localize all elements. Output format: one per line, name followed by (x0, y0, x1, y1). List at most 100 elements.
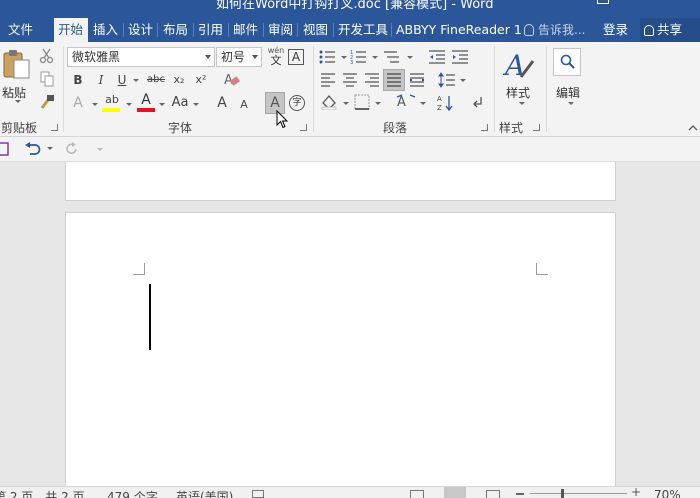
styles-launcher-icon[interactable] (533, 124, 540, 131)
share-button[interactable]: 共享 (640, 18, 700, 42)
justify-button[interactable] (383, 69, 405, 91)
chevron-down-icon[interactable] (460, 79, 466, 82)
paragraph-shading-icon[interactable] (320, 94, 338, 110)
strikethrough-button[interactable]: abc (145, 70, 167, 90)
chevron-down-icon[interactable] (133, 79, 139, 82)
language[interactable]: 英语(美国) (176, 488, 233, 498)
distributed-icon[interactable] (409, 73, 425, 87)
font-name-combo[interactable]: 微软雅黑 (67, 47, 215, 67)
copy-icon[interactable] (39, 71, 55, 87)
chevron-down-icon[interactable] (375, 102, 381, 105)
cut-icon[interactable] (39, 48, 55, 64)
restore-icon[interactable] (597, 0, 609, 4)
tab-view[interactable]: 视图 (299, 18, 332, 42)
chevron-down-icon[interactable] (126, 103, 132, 106)
align-right-icon[interactable] (364, 73, 380, 87)
chevron-down-icon[interactable] (372, 56, 378, 59)
chinese-layout-icon[interactable]: A (396, 94, 416, 110)
sort-icon[interactable]: AZ (437, 94, 455, 112)
macro-icon[interactable] (252, 490, 264, 498)
character-border-button[interactable]: A (288, 49, 304, 65)
save-icon[interactable] (0, 142, 10, 156)
web-layout-icon[interactable] (486, 490, 500, 498)
numbering-icon[interactable]: 123 (350, 49, 368, 65)
tab-developer[interactable]: 开发工具 (334, 18, 392, 42)
subscript-button[interactable]: x₂ (171, 70, 187, 90)
borders-icon[interactable] (354, 94, 370, 110)
document-area[interactable] (0, 162, 700, 486)
customize-qat-icon[interactable] (97, 148, 103, 152)
page-current[interactable] (65, 212, 616, 486)
decrease-indent-icon[interactable] (428, 49, 446, 65)
shrink-font-button[interactable]: A (238, 95, 250, 115)
collapse-ribbon-icon[interactable] (688, 124, 698, 132)
align-left-icon[interactable] (320, 73, 336, 87)
highlight-color-button[interactable]: ab (102, 93, 122, 113)
clear-formatting-icon[interactable]: A (223, 71, 241, 89)
person-icon (644, 25, 654, 36)
format-painter-icon[interactable] (39, 94, 55, 110)
paragraph-group-label: 段落 (383, 121, 408, 135)
zoom-in-icon[interactable]: + (631, 487, 641, 498)
paste-button[interactable]: 粘贴 (0, 46, 32, 106)
font-launcher-icon[interactable] (300, 124, 307, 131)
line-spacing-icon[interactable] (438, 72, 456, 88)
tab-home[interactable]: 开始 (54, 18, 88, 42)
text-effects-button[interactable]: A (70, 93, 86, 113)
bold-button[interactable]: B (70, 70, 86, 90)
read-mode-icon[interactable] (410, 490, 424, 498)
show-hide-marks-icon[interactable] (471, 95, 485, 111)
sign-in-link[interactable]: 登录 (603, 18, 628, 42)
close-icon[interactable] (647, 0, 659, 4)
chevron-down-icon[interactable] (341, 56, 347, 59)
chevron-down-icon[interactable] (420, 102, 426, 105)
undo-icon[interactable] (24, 142, 42, 156)
change-case-button[interactable]: Aa (170, 93, 190, 113)
clipboard-launcher-icon[interactable] (51, 124, 58, 131)
word-count[interactable]: 479 个字 (107, 488, 158, 498)
chevron-down-icon[interactable] (193, 103, 199, 106)
font-name-value: 微软雅黑 (72, 50, 121, 64)
editing-button[interactable]: 编辑 (550, 46, 586, 116)
zoom-slider-thumb[interactable] (561, 489, 564, 498)
highlight-swatch (102, 108, 120, 112)
font-color-button[interactable]: A (137, 93, 155, 113)
margin-corner-top-right (536, 263, 548, 275)
zoom-out-icon[interactable] (516, 493, 524, 495)
tell-me-search[interactable]: 告诉我... (524, 18, 585, 42)
svg-text:3: 3 (350, 60, 353, 65)
superscript-button[interactable]: x² (193, 70, 209, 90)
tab-mailings[interactable]: 邮件 (229, 18, 262, 42)
chevron-down-icon[interactable] (407, 56, 413, 59)
tab-file[interactable]: 文件 (4, 18, 37, 42)
bullets-icon[interactable] (319, 49, 337, 65)
grow-font-button[interactable]: A (215, 93, 229, 113)
phonetic-guide-button[interactable]: wén 文 (267, 46, 285, 70)
tab-abbyy[interactable]: ABBYY FineReader 1 (392, 18, 526, 42)
increase-indent-icon[interactable] (451, 49, 469, 65)
chevron-down-icon[interactable] (47, 147, 53, 150)
chevron-down-icon[interactable] (343, 102, 349, 105)
enclose-characters-button[interactable]: 字 (289, 95, 305, 111)
multilevel-list-icon[interactable] (383, 49, 401, 65)
repeat-icon[interactable] (65, 142, 79, 156)
page-previous[interactable] (65, 162, 616, 201)
print-layout-icon[interactable] (444, 487, 466, 498)
font-size-combo[interactable]: 初号 (216, 47, 262, 67)
align-center-icon[interactable] (342, 73, 358, 87)
tab-review[interactable]: 审阅 (264, 18, 297, 42)
chevron-down-icon[interactable] (92, 103, 98, 106)
tab-references[interactable]: 引用 (194, 18, 227, 42)
styles-button[interactable]: A 样式 (500, 46, 538, 116)
page-count[interactable]: 第 2 页，共 2 页 (0, 488, 85, 498)
styles-label: 样式 (506, 86, 531, 100)
zoom-slider-track[interactable] (530, 493, 627, 494)
paragraph-launcher-icon[interactable] (481, 124, 488, 131)
underline-button[interactable]: U (114, 70, 130, 90)
zoom-level[interactable]: 70% (654, 488, 681, 498)
italic-button[interactable]: I (93, 70, 109, 90)
tab-insert[interactable]: 插入 (89, 18, 122, 42)
chevron-down-icon[interactable] (159, 103, 165, 106)
tab-layout[interactable]: 布局 (159, 18, 192, 42)
tab-design[interactable]: 设计 (124, 18, 157, 42)
